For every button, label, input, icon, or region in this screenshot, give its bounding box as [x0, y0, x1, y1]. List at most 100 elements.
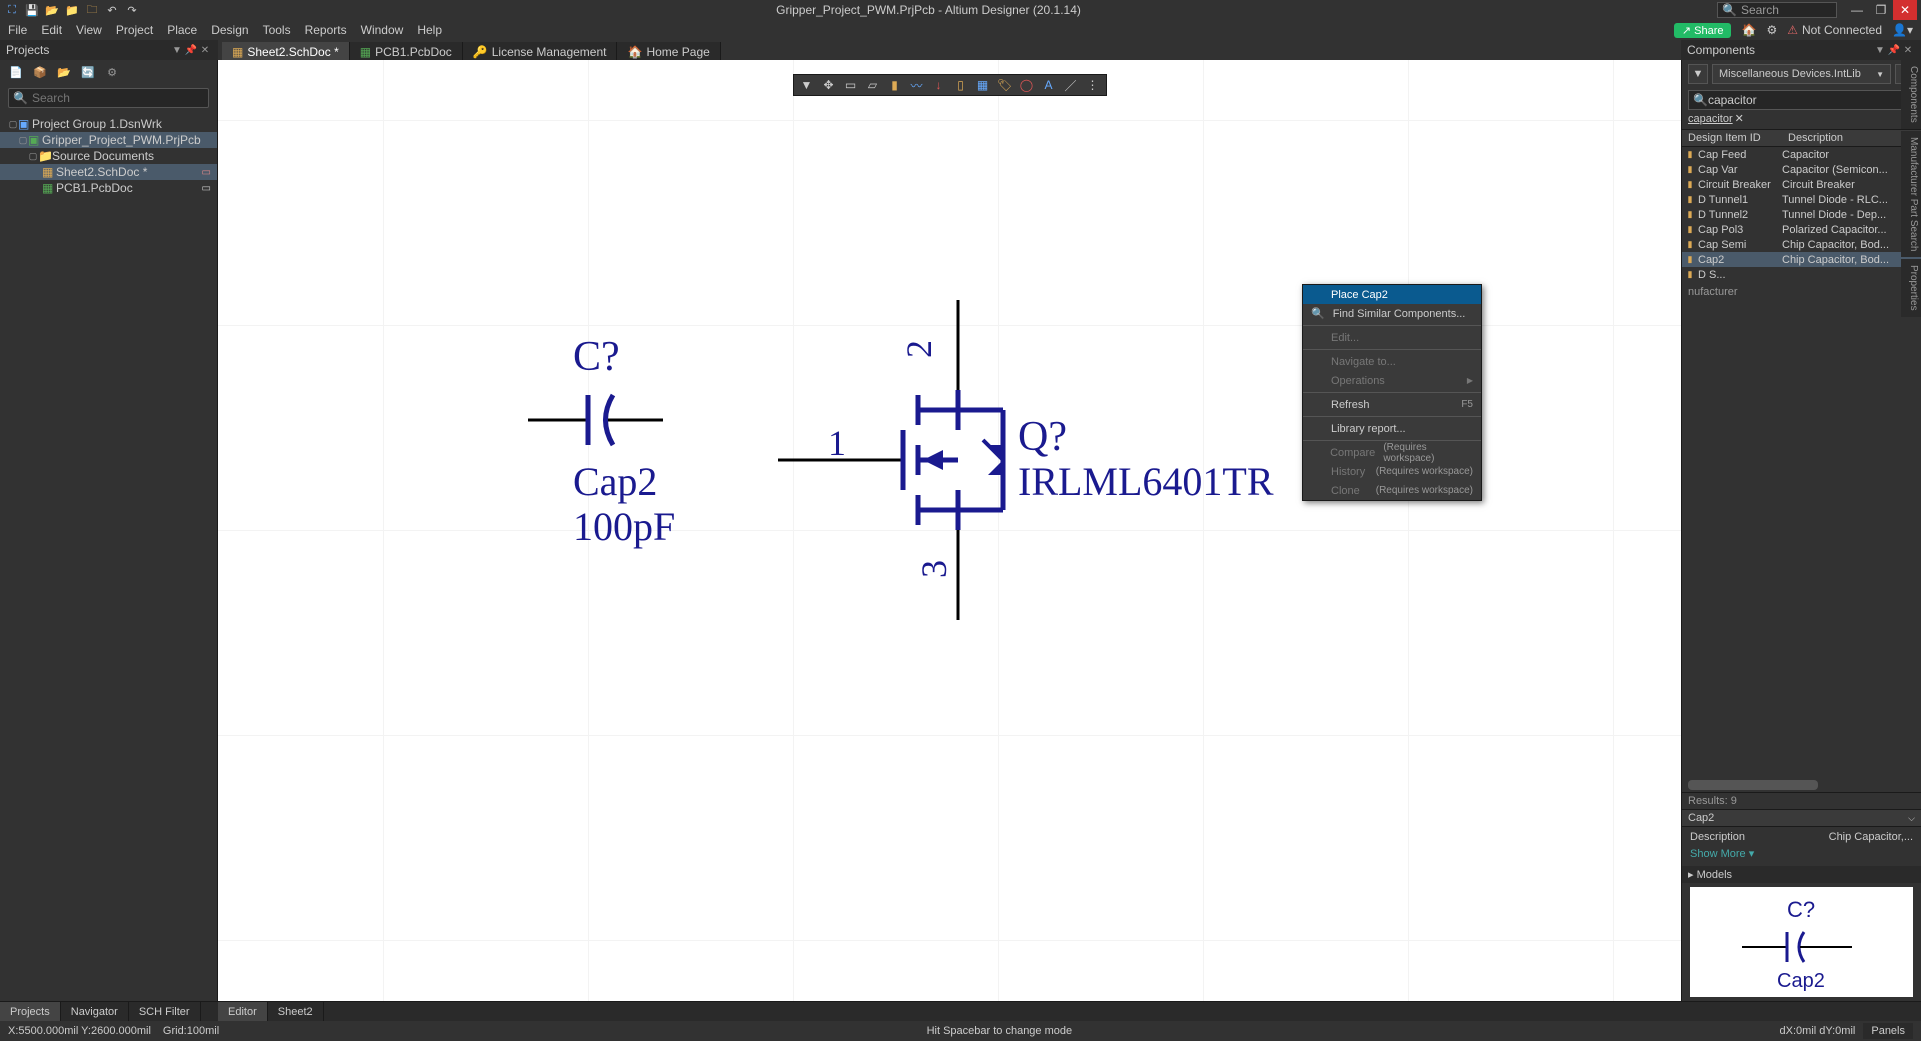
align-left-icon[interactable]: ▮ — [884, 76, 906, 94]
component-row[interactable]: ▮Circuit BreakerCircuit Breaker — [1682, 177, 1921, 192]
folder2-icon[interactable]: 🗀 — [84, 2, 100, 18]
component-row[interactable]: ▮D S... — [1682, 267, 1921, 282]
component-row[interactable]: ▮Cap SemiChip Capacitor, Bod... — [1682, 237, 1921, 252]
align-icon[interactable]: ▯ — [950, 76, 972, 94]
menu-file[interactable]: File — [8, 23, 27, 37]
proj-box-icon[interactable]: 📦 — [32, 64, 48, 80]
capacitor-symbol[interactable]: C? Cap2 100pF — [528, 340, 728, 620]
tree-doc-sheet2[interactable]: ▦Sheet2.SchDoc *▭ — [0, 164, 217, 180]
component-search-input[interactable] — [1708, 93, 1901, 107]
close-button[interactable]: ✕ — [1893, 0, 1917, 20]
maximize-button[interactable]: ❐ — [1869, 0, 1893, 20]
filter-icon[interactable]: ▼ — [796, 76, 818, 94]
more-icon[interactable]: ⋮ — [1082, 76, 1104, 94]
doc-tab-sheet2[interactable]: ▦Sheet2.SchDoc * — [222, 42, 350, 62]
connection-status[interactable]: ⚠Not Connected — [1787, 23, 1882, 37]
menu-window[interactable]: Window — [361, 23, 404, 37]
user-icon[interactable]: 👤▾ — [1892, 23, 1913, 37]
comp-filter-button[interactable]: ▼ — [1688, 64, 1708, 84]
search-chip[interactable]: capacitor✕ — [1688, 112, 1915, 125]
horizontal-scrollbar[interactable] — [1688, 780, 1818, 790]
component-row[interactable]: ▮Cap2Chip Capacitor, Bod... — [1682, 252, 1921, 267]
tag-icon[interactable]: 🏷 — [994, 76, 1016, 94]
menu-edit[interactable]: Edit — [41, 23, 62, 37]
context-menu-item[interactable]: Place Cap2 — [1303, 285, 1481, 304]
menu-project[interactable]: Project — [116, 23, 153, 37]
table-header[interactable]: Design Item ID Description F — [1682, 129, 1921, 147]
panels-button[interactable]: Panels — [1863, 1023, 1913, 1039]
gear-icon[interactable]: ⚙ — [1766, 23, 1777, 37]
schematic-canvas[interactable]: ▼ ✥ ▭ ▱ ▮ 〰 ↓ ▯ ▦ 🏷 ◯ A ／ ⋮ C — [218, 60, 1681, 1001]
bottom-tab-sheet2[interactable]: Sheet2 — [268, 1002, 324, 1021]
show-more-link[interactable]: Show More ▾ — [1682, 847, 1921, 866]
side-tab-manufacturer[interactable]: Manufacturer Part Search — [1901, 131, 1921, 258]
select-icon[interactable]: ▭ — [840, 76, 862, 94]
proj-gear-icon[interactable]: ⚙ — [104, 64, 120, 80]
context-menu-item[interactable]: Library report... — [1303, 419, 1481, 438]
preview-header[interactable]: Cap2⌵ — [1682, 809, 1921, 827]
text-icon[interactable]: A — [1038, 76, 1060, 94]
menu-help[interactable]: Help — [417, 23, 442, 37]
proj-open-icon[interactable]: 📄 — [8, 64, 24, 80]
proj-folder-icon[interactable]: 📂 — [56, 64, 72, 80]
open-icon[interactable]: 📂 — [44, 2, 60, 18]
lasso-icon[interactable]: ▱ — [862, 76, 884, 94]
models-header[interactable]: ▸ Models — [1682, 866, 1921, 883]
projects-search[interactable]: 🔍 — [8, 88, 209, 108]
wave-icon[interactable]: 〰 — [906, 76, 928, 94]
tree-folder[interactable]: ▢📁Source Documents — [0, 148, 217, 164]
context-menu-item[interactable]: RefreshF5 — [1303, 395, 1481, 414]
title-search[interactable]: 🔍 Search — [1717, 2, 1837, 18]
component-row[interactable]: ▮D Tunnel1Tunnel Diode - RLC... — [1682, 192, 1921, 207]
menu-view[interactable]: View — [76, 23, 102, 37]
mosfet-symbol[interactable]: 1 2 3 Q? IRLML6401TR — [778, 290, 1278, 630]
component-search[interactable]: 🔍 ▼ — [1688, 90, 1915, 110]
bottom-tab-navigator[interactable]: Navigator — [61, 1002, 129, 1021]
tree-group[interactable]: ▢▣Project Group 1.DsnWrk — [0, 116, 217, 132]
doc-tab-license[interactable]: 🔑License Management — [463, 42, 618, 62]
bottom-tab-schfilter[interactable]: SCH Filter — [129, 1002, 201, 1021]
menu-place[interactable]: Place — [167, 23, 197, 37]
redo-icon[interactable]: ↷ — [124, 2, 140, 18]
share-button[interactable]: ↗ Share — [1674, 23, 1732, 38]
doc-tab-pcb1[interactable]: ▦PCB1.PcbDoc — [350, 42, 463, 62]
line-icon[interactable]: ／ — [1060, 76, 1082, 94]
document-tabs: ▦Sheet2.SchDoc * ▦PCB1.PcbDoc 🔑License M… — [218, 40, 1681, 62]
component-row[interactable]: ▮Cap Pol3Polarized Capacitor... — [1682, 222, 1921, 237]
component-row[interactable]: ▮Cap VarCapacitor (Semicon...C — [1682, 162, 1921, 177]
doc-tab-home[interactable]: 🏠Home Page — [617, 42, 720, 62]
side-tab-components[interactable]: Components — [1901, 60, 1921, 129]
projects-search-input[interactable] — [32, 91, 204, 105]
comp-close-icon[interactable]: ✕ — [1901, 45, 1915, 56]
circle-icon[interactable]: ◯ — [1016, 76, 1038, 94]
menu-reports[interactable]: Reports — [305, 23, 347, 37]
side-tab-properties[interactable]: Properties — [1901, 259, 1921, 317]
proj-refresh-icon[interactable]: 🔄 — [80, 64, 96, 80]
component-row[interactable]: ▮D Tunnel2Tunnel Diode - Dep... — [1682, 207, 1921, 222]
bottom-tab-editor[interactable]: Editor — [218, 1002, 268, 1021]
chip-close-icon[interactable]: ✕ — [1735, 112, 1744, 125]
tree-doc-pcb1[interactable]: ▦PCB1.PcbDoc▭ — [0, 180, 217, 196]
panel-close-icon[interactable]: ✕ — [198, 45, 212, 56]
grid-icon[interactable]: ▦ — [972, 76, 994, 94]
context-menu-item[interactable]: 🔍Find Similar Components... — [1303, 304, 1481, 323]
qat-icon[interactable]: ⛶ — [4, 2, 20, 18]
tree-project[interactable]: ▢▣Gripper_Project_PWM.PrjPcb — [0, 132, 217, 148]
comp-dropdown-icon[interactable]: ▼ — [1873, 45, 1887, 56]
bottom-tab-projects[interactable]: Projects — [0, 1002, 61, 1021]
folder-icon[interactable]: 📁 — [64, 2, 80, 18]
minimize-button[interactable]: — — [1845, 0, 1869, 20]
library-select[interactable]: Miscellaneous Devices.IntLib▼ — [1712, 64, 1891, 84]
arrow-down-icon[interactable]: ↓ — [928, 76, 950, 94]
undo-icon[interactable]: ↶ — [104, 2, 120, 18]
context-menu-item: Clone(Requires workspace) — [1303, 481, 1481, 500]
save-icon[interactable]: 💾 — [24, 2, 40, 18]
component-row[interactable]: ▮Cap FeedCapacitor — [1682, 147, 1921, 162]
menu-tools[interactable]: Tools — [263, 23, 291, 37]
panel-dropdown-icon[interactable]: ▼ — [170, 45, 184, 56]
menu-design[interactable]: Design — [211, 23, 248, 37]
move-icon[interactable]: ✥ — [818, 76, 840, 94]
home-icon[interactable]: 🏠 — [1741, 23, 1756, 37]
comp-pin-icon[interactable]: 📌 — [1887, 45, 1901, 56]
panel-pin-icon[interactable]: 📌 — [184, 45, 198, 56]
